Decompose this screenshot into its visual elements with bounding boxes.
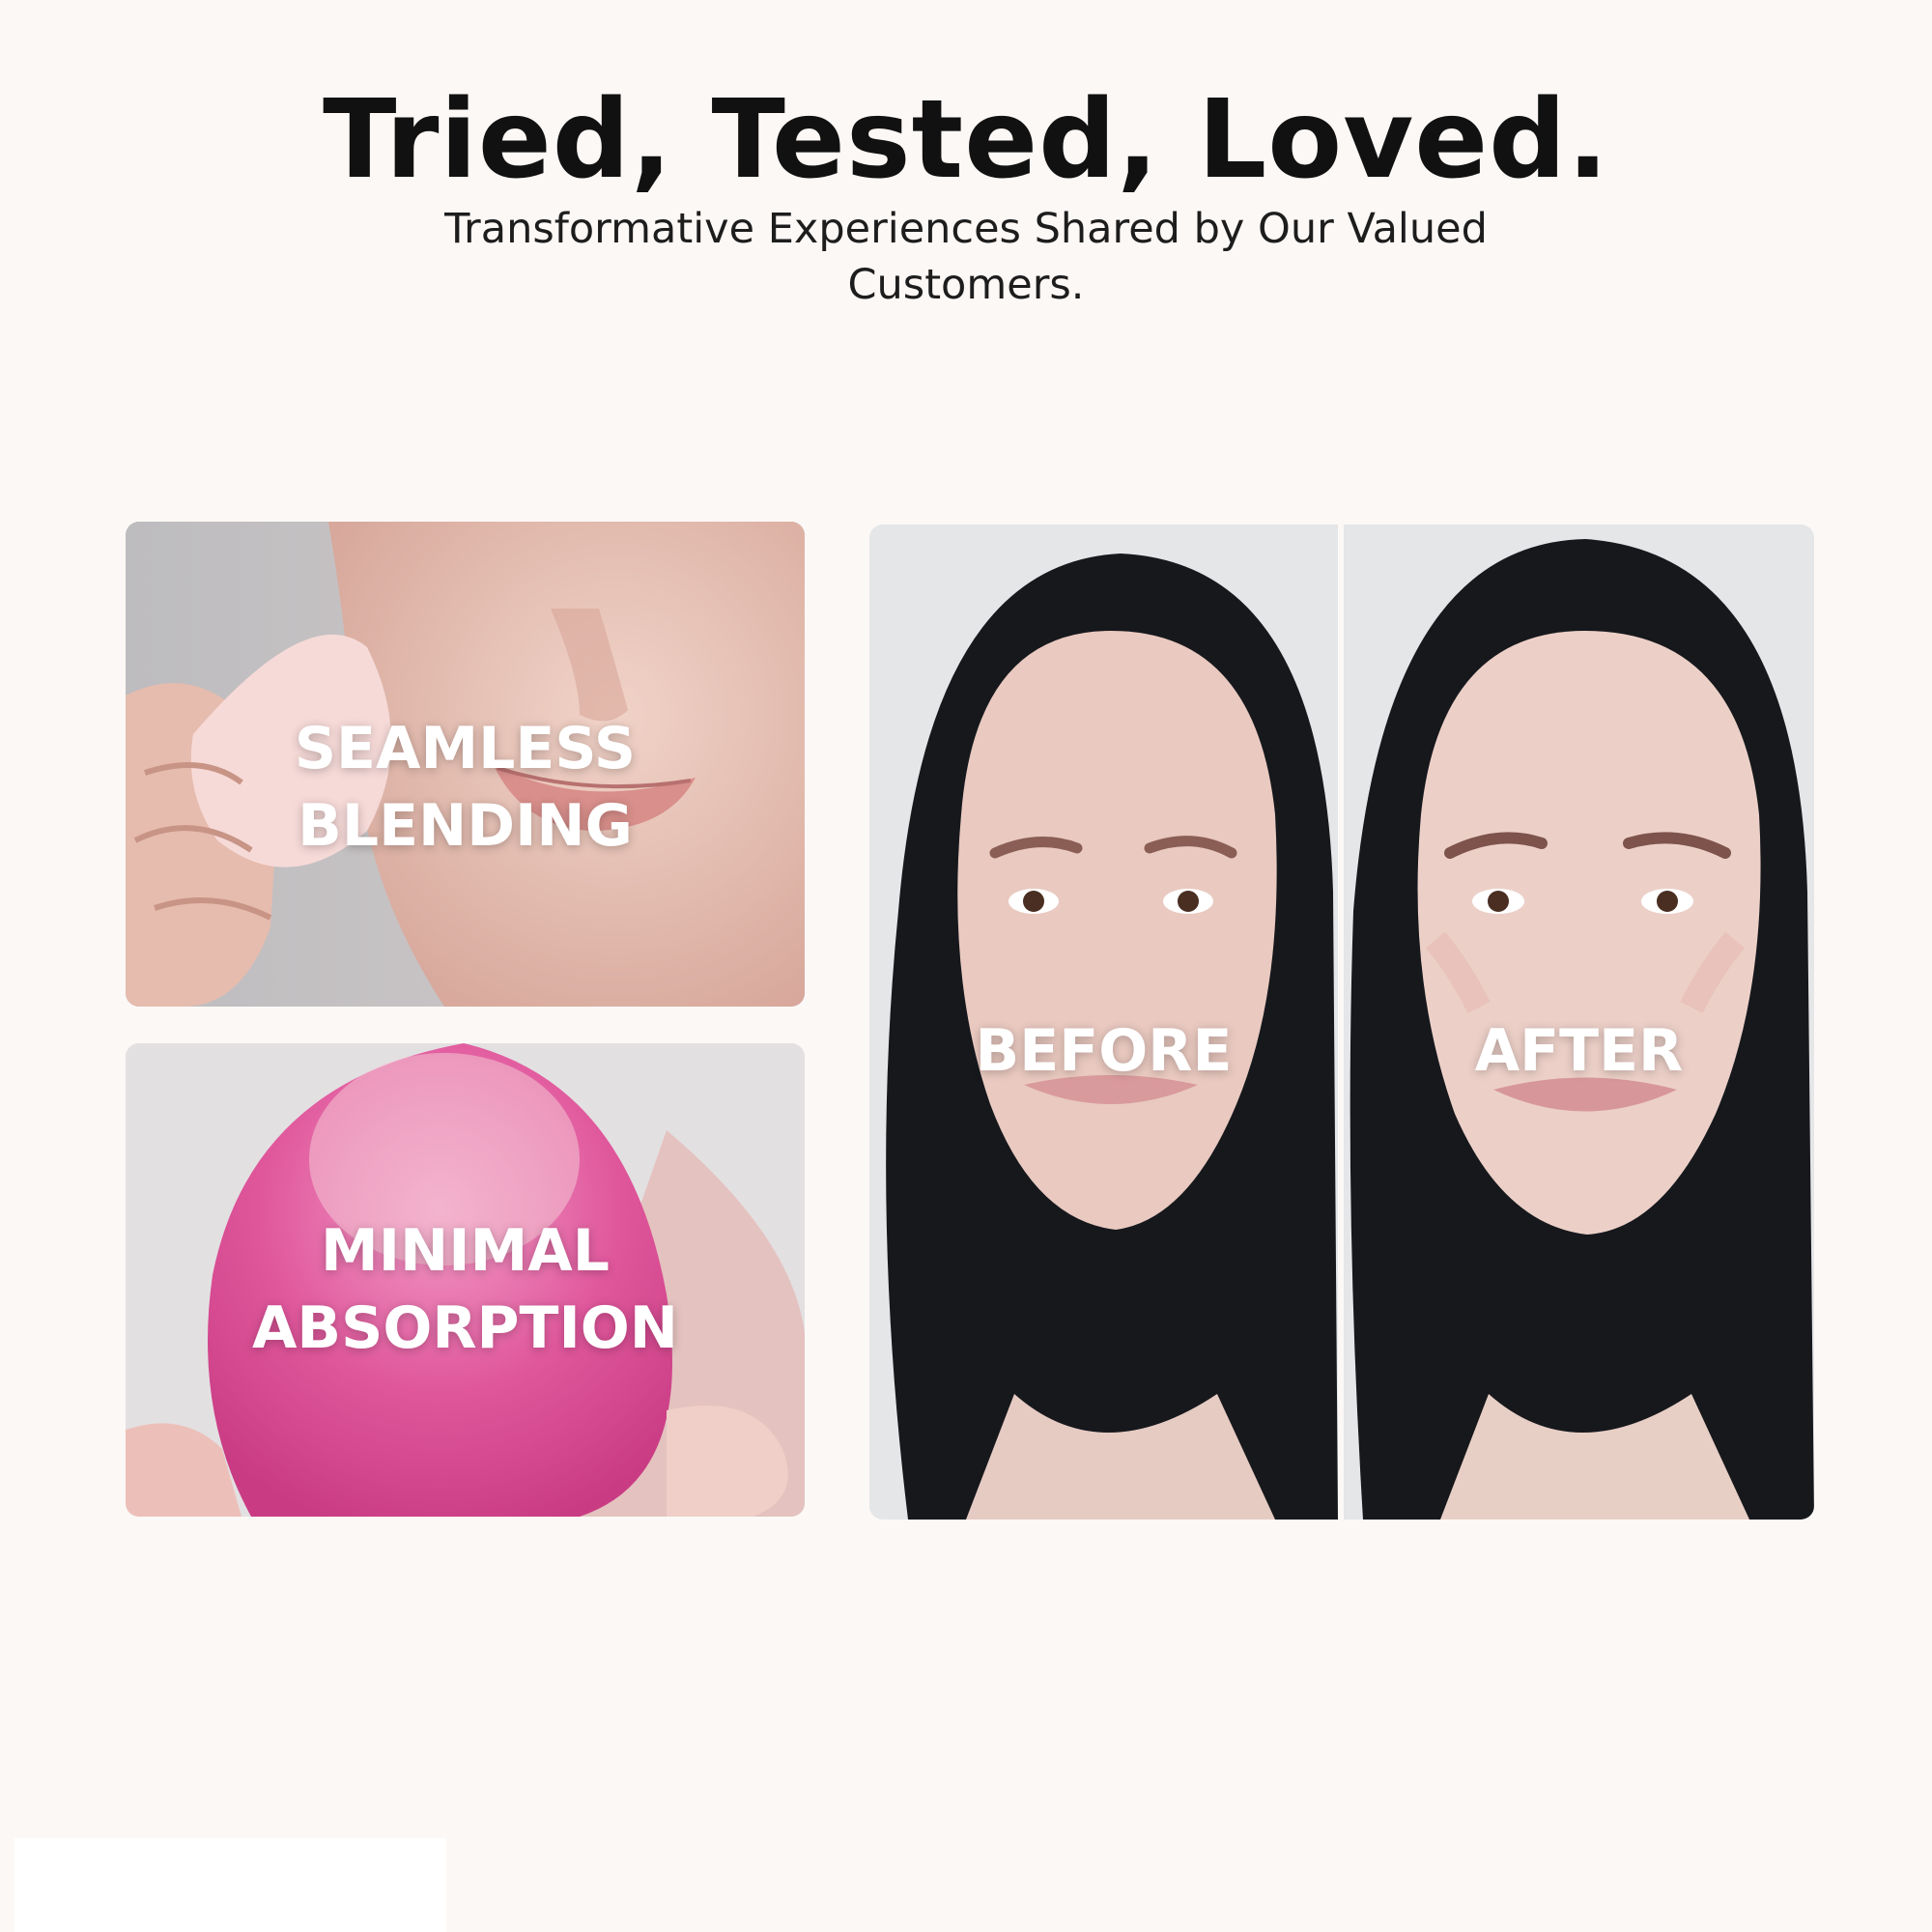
seamless-blending-label: SEAMLESS BLENDING bbox=[126, 710, 805, 865]
minimal-absorption-panel: MINIMAL ABSORPTION bbox=[126, 1043, 805, 1517]
before-label: BEFORE bbox=[975, 1017, 1233, 1085]
after-label: AFTER bbox=[1474, 1017, 1684, 1085]
absorption-label-line1: MINIMAL bbox=[321, 1217, 610, 1285]
seamless-label-line2: BLENDING bbox=[298, 792, 633, 860]
after-panel: AFTER bbox=[1344, 525, 1814, 1520]
page-subtitle: Transformative Experiences Shared by Our… bbox=[444, 205, 1488, 309]
seamless-label-line1: SEAMLESS bbox=[294, 715, 637, 782]
page-title: Tried, Tested, Loved. bbox=[323, 77, 1609, 203]
white-corner-box bbox=[14, 1838, 446, 1932]
before-panel: BEFORE bbox=[869, 525, 1338, 1520]
minimal-absorption-label: MINIMAL ABSORPTION bbox=[126, 1212, 805, 1367]
absorption-label-line2: ABSORPTION bbox=[251, 1294, 679, 1362]
seamless-blending-panel: SEAMLESS BLENDING bbox=[126, 522, 805, 1007]
